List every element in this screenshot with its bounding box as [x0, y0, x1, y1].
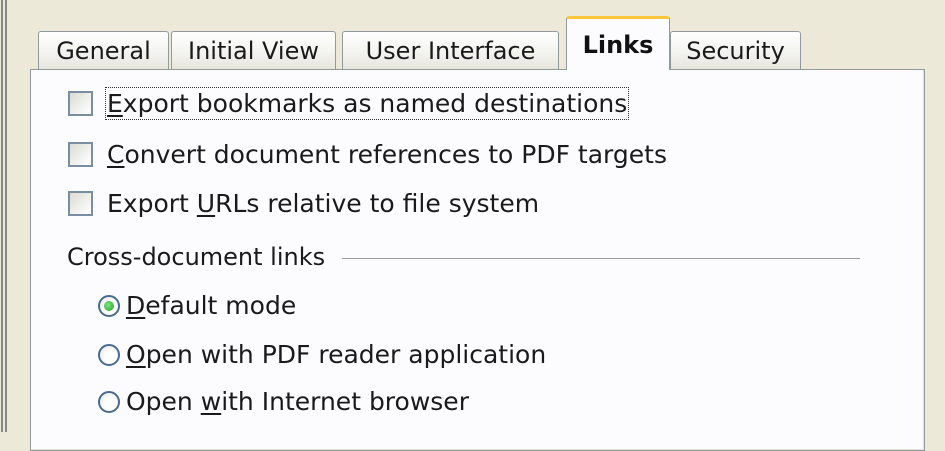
default-mode-radio[interactable]: Default mode	[98, 291, 296, 320]
checkbox-box[interactable]	[68, 142, 93, 167]
tab-label: Security	[686, 36, 785, 65]
convert-references-checkbox[interactable]: Convert document references to PDF targe…	[68, 140, 667, 169]
checkbox-box[interactable]	[68, 191, 93, 216]
tab-links[interactable]: Links	[566, 16, 670, 70]
window-edge	[0, 0, 8, 432]
tab-label: Links	[582, 30, 654, 59]
open-pdf-reader-radio[interactable]: Open with PDF reader application	[98, 340, 546, 369]
radio-indicator[interactable]	[98, 390, 120, 413]
checkbox-label: Export bookmarks as named destinations	[104, 87, 630, 120]
radio-indicator[interactable]	[98, 343, 120, 366]
tab-label: General	[56, 36, 151, 65]
radio-label: Open with PDF reader application	[126, 340, 547, 369]
export-bookmarks-checkbox[interactable]: Export bookmarks as named destinations	[68, 87, 630, 120]
open-internet-browser-radio[interactable]: Open with Internet browser	[98, 387, 469, 416]
radio-label: Open with Internet browser	[126, 387, 469, 416]
tab-initial-view[interactable]: Initial View	[171, 31, 336, 69]
tab-user-interface[interactable]: User Interface	[342, 31, 559, 69]
checkbox-label: Convert document references to PDF targe…	[107, 140, 667, 169]
radio-label: Default mode	[126, 291, 297, 320]
radio-indicator[interactable]	[98, 294, 120, 317]
group-separator	[342, 258, 860, 259]
tab-label: User Interface	[365, 36, 536, 65]
cross-document-links-label: Cross-document links	[67, 243, 326, 271]
tab-label: Initial View	[188, 36, 319, 65]
tab-security[interactable]: Security	[670, 31, 801, 69]
tab-general[interactable]: General	[38, 31, 169, 69]
checkbox-label: Export URLs relative to file system	[107, 189, 540, 218]
export-urls-relative-checkbox[interactable]: Export URLs relative to file system	[68, 189, 539, 218]
checkbox-box[interactable]	[68, 91, 93, 116]
